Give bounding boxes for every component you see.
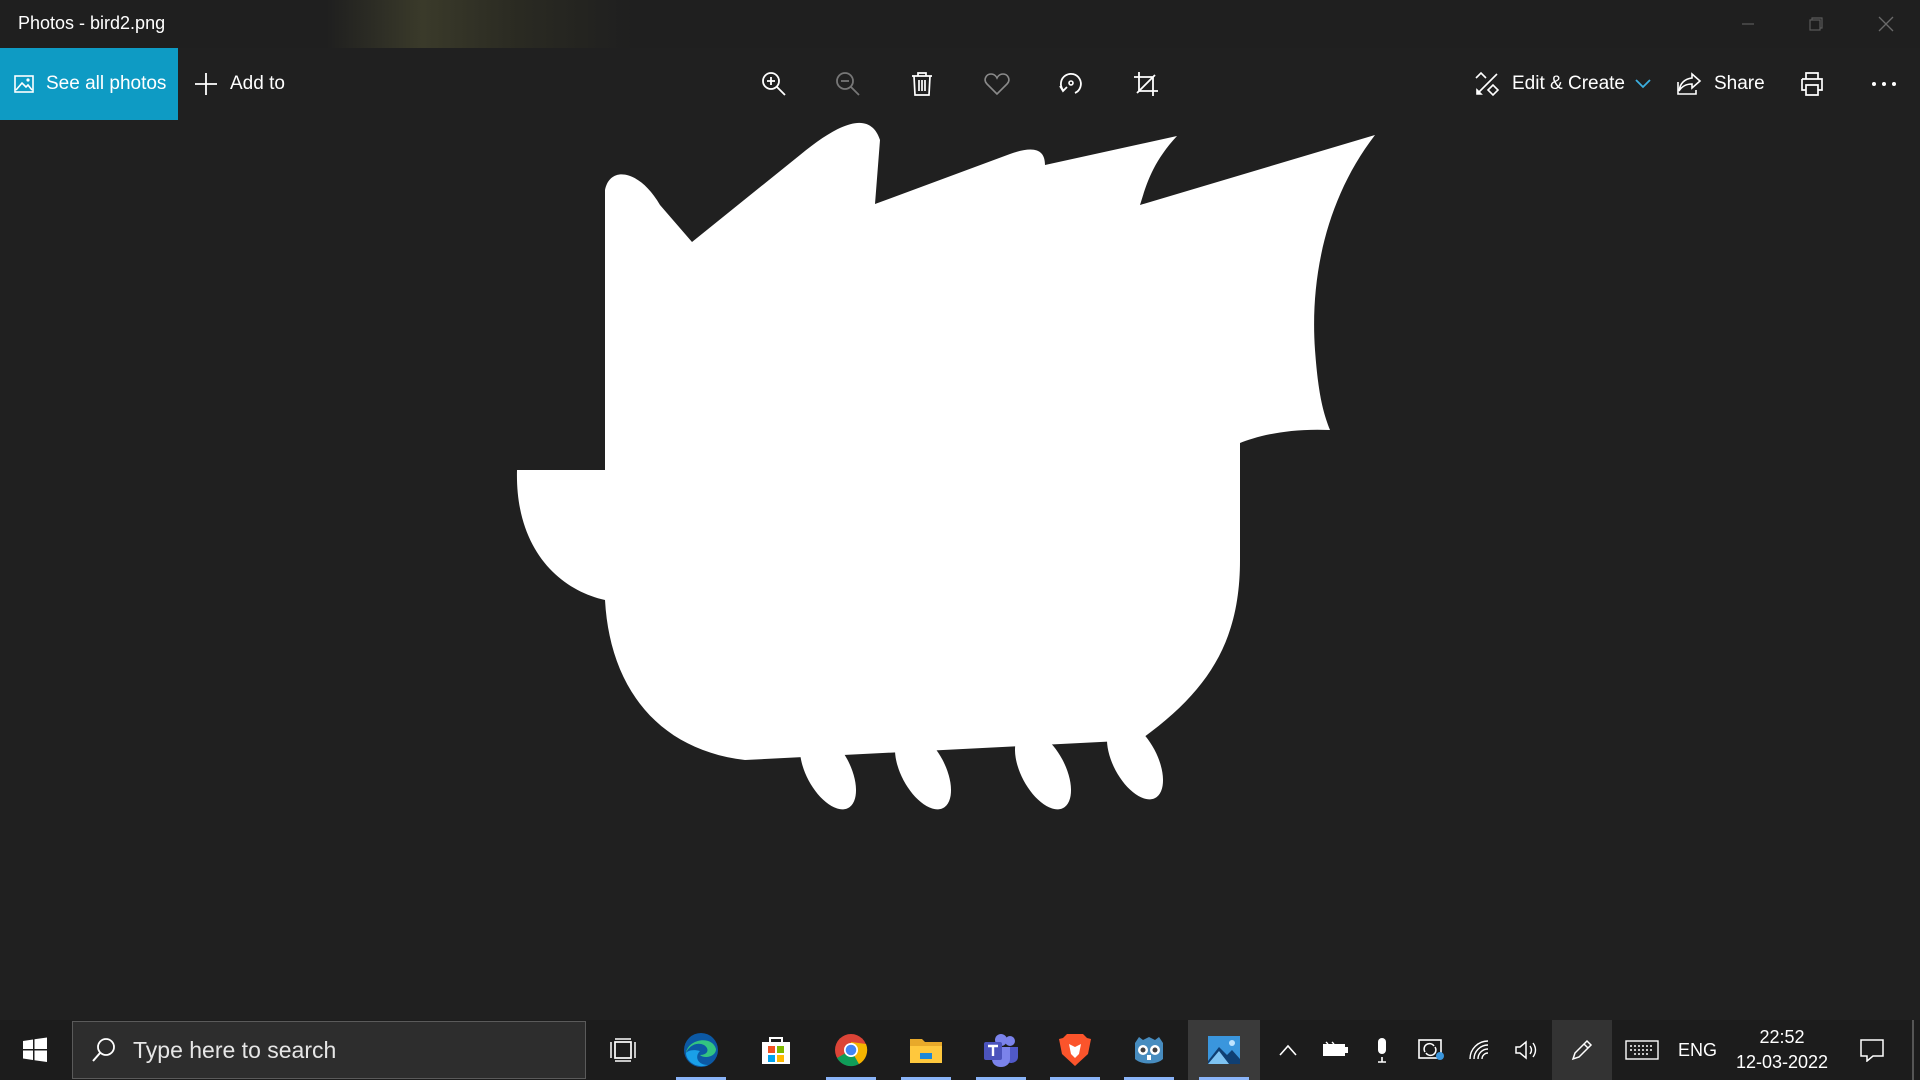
photos-icon — [14, 75, 34, 93]
zoom-in-button[interactable] — [754, 64, 794, 104]
edit-create-icon — [1475, 71, 1500, 97]
see-all-photos-label: See all photos — [46, 73, 167, 94]
tray-microphone[interactable] — [1366, 1020, 1398, 1080]
clock[interactable]: 22:52 12-03-2022 — [1732, 1020, 1832, 1080]
battery-charging-icon — [1323, 1041, 1348, 1056]
more-options-button[interactable] — [1864, 64, 1904, 104]
window-title: Photos - bird2.png — [18, 13, 166, 33]
chevron-up-icon — [1279, 1044, 1297, 1056]
photos-app-icon — [1208, 1036, 1240, 1064]
taskbar-store[interactable] — [745, 1020, 807, 1080]
zoom-out-button[interactable] — [828, 64, 868, 104]
rotate-icon — [1059, 73, 1082, 94]
tray-wifi[interactable] — [1462, 1020, 1498, 1080]
more-icon — [1872, 82, 1896, 86]
rotate-button[interactable] — [1051, 64, 1091, 104]
crop-button[interactable] — [1126, 64, 1166, 104]
favorite-button[interactable] — [977, 64, 1017, 104]
teams-icon — [984, 1034, 1018, 1067]
delete-button[interactable] — [902, 64, 942, 104]
tray-sync[interactable] — [1414, 1020, 1450, 1080]
microphone-icon — [1378, 1038, 1386, 1063]
title-bar: Photos - bird2.png — [0, 0, 1920, 48]
pen-icon — [1571, 1039, 1593, 1061]
edit-create-label: Edit & Create — [1512, 73, 1625, 94]
chrome-icon — [835, 1034, 868, 1067]
zoom-in-icon — [762, 72, 786, 96]
toolbar: See all photos Add to Edit & Create Shar… — [0, 48, 1920, 120]
edit-create-button[interactable]: Edit & Create — [1474, 48, 1651, 120]
wifi-icon — [1469, 1040, 1489, 1060]
image-viewer[interactable] — [0, 120, 1920, 1020]
start-button[interactable] — [0, 1020, 70, 1080]
taskbar-photos[interactable] — [1188, 1020, 1260, 1080]
speaker-icon — [1515, 1040, 1537, 1060]
crop-icon — [1134, 72, 1158, 96]
trash-icon — [912, 72, 932, 96]
plus-icon — [195, 73, 217, 95]
add-to-button[interactable]: Add to — [194, 48, 285, 120]
task-view-icon — [610, 1038, 636, 1062]
tray-volume[interactable] — [1510, 1020, 1544, 1080]
zoom-out-icon — [836, 72, 860, 96]
see-all-photos-button[interactable]: See all photos — [0, 48, 178, 120]
restore-icon — [1809, 17, 1823, 31]
language-indicator[interactable]: ENG — [1678, 1020, 1717, 1080]
sync-icon — [1418, 1039, 1444, 1060]
taskbar-chrome[interactable] — [820, 1020, 882, 1080]
print-button[interactable] — [1792, 64, 1832, 104]
share-button[interactable]: Share — [1676, 48, 1765, 120]
taskbar-file-explorer[interactable] — [895, 1020, 957, 1080]
edge-icon — [684, 1033, 718, 1067]
brave-icon — [1059, 1034, 1091, 1066]
clock-time: 22:52 — [1759, 1027, 1805, 1047]
tray-touch-keyboard[interactable] — [1620, 1020, 1664, 1080]
tray-battery[interactable] — [1318, 1020, 1354, 1080]
taskbar: Type here to search ENG 22:52 12-03-2022 — [0, 1020, 1920, 1080]
minimize-button[interactable] — [1714, 0, 1782, 48]
search-icon — [92, 1038, 115, 1062]
windows-logo-icon — [23, 1037, 47, 1062]
show-hidden-icons-button[interactable] — [1272, 1020, 1304, 1080]
tray-pen-workspace[interactable] — [1552, 1020, 1612, 1080]
taskbar-teams[interactable] — [970, 1020, 1032, 1080]
bird-image — [516, 122, 1375, 810]
share-label: Share — [1714, 73, 1765, 94]
heart-icon — [984, 73, 1010, 96]
taskbar-edge[interactable] — [670, 1020, 732, 1080]
clock-date: 12-03-2022 — [1735, 1052, 1829, 1072]
add-to-label: Add to — [230, 73, 285, 94]
close-icon — [1878, 16, 1894, 32]
store-icon — [762, 1037, 790, 1064]
taskbar-brave[interactable] — [1044, 1020, 1106, 1080]
chevron-down-icon — [1635, 79, 1651, 89]
minimize-icon — [1742, 23, 1754, 25]
show-desktop-button[interactable] — [1912, 1020, 1914, 1080]
godot-icon — [1135, 1037, 1163, 1064]
printer-icon — [1801, 72, 1823, 96]
task-view-button[interactable] — [592, 1020, 654, 1080]
action-center-button[interactable] — [1850, 1020, 1894, 1080]
share-icon — [1677, 72, 1702, 95]
close-button[interactable] — [1852, 0, 1920, 48]
folder-icon — [910, 1039, 942, 1063]
search-placeholder: Type here to search — [133, 1036, 337, 1063]
taskbar-search-box[interactable]: Type here to search — [72, 1021, 586, 1079]
taskbar-godot[interactable] — [1118, 1020, 1180, 1080]
maximize-button[interactable] — [1782, 0, 1850, 48]
keyboard-icon — [1625, 1040, 1659, 1060]
notifications-icon — [1860, 1039, 1884, 1062]
